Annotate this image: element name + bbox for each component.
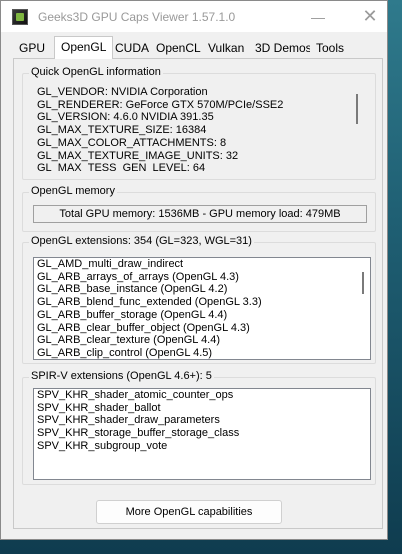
spirv-label: SPIR-V extensions (OpenGL 4.6+): 5 (29, 370, 214, 382)
title-bar[interactable]: Geeks3D GPU Caps Viewer 1.57.1.0 — ✕ (1, 1, 387, 32)
tab-opencl[interactable]: OpenCL (150, 38, 207, 58)
minimize-button[interactable]: — (295, 1, 341, 32)
tab-gpu[interactable]: GPU (13, 38, 52, 58)
list-item: GL_MAX_TEXTURE_SIZE: 16384 (37, 124, 207, 137)
extensions-label: OpenGL extensions: 354 (GL=323, WGL=31) (29, 235, 254, 247)
memory-readout: Total GPU memory: 1536MB - GPU memory lo… (33, 205, 367, 223)
quick-info-group: Quick OpenGL information GL_VENDOR: NVID… (22, 66, 376, 180)
list-item[interactable]: GL_ARB_clip_control (OpenGL 4.5) (34, 347, 370, 359)
list-item[interactable]: GL_AMD_multi_draw_indirect (34, 258, 370, 271)
tab-vulkan[interactable]: Vulkan (202, 38, 251, 58)
opengl-tab-panel: Quick OpenGL information GL_VENDOR: NVID… (13, 58, 383, 529)
app-window: Geeks3D GPU Caps Viewer 1.57.1.0 — ✕ GPU… (0, 0, 388, 540)
list-item[interactable]: GL_ARB_clear_texture (OpenGL 4.4) (34, 334, 370, 347)
quick-info-scrollbar[interactable] (356, 94, 358, 124)
memory-group: OpenGL memory Total GPU memory: 1536MB -… (22, 185, 376, 232)
list-item[interactable]: SPV_KHR_shader_atomic_counter_ops (34, 389, 370, 402)
list-item: GL_VERSION: 4.6.0 NVIDIA 391.35 (37, 111, 214, 124)
tab-opengl[interactable]: OpenGL (54, 36, 114, 59)
list-item[interactable]: GL_ARB_arrays_of_arrays (OpenGL 4.3) (34, 271, 370, 284)
list-item[interactable]: SPV_KHR_shader_draw_parameters (34, 414, 370, 427)
spirv-list[interactable]: SPV_KHR_shader_atomic_counter_ops SPV_KH… (33, 388, 371, 480)
extensions-group: OpenGL extensions: 354 (GL=323, WGL=31) … (22, 235, 376, 364)
close-button[interactable]: ✕ (347, 1, 393, 32)
list-item[interactable]: GL_ARB_base_instance (OpenGL 4.2) (34, 283, 370, 296)
app-logo-icon (12, 9, 28, 25)
extensions-list[interactable]: GL_AMD_multi_draw_indirect GL_ARB_arrays… (33, 257, 371, 360)
tab-tools[interactable]: Tools (310, 38, 351, 58)
memory-label: OpenGL memory (29, 185, 117, 197)
list-item: GL_RENDERER: GeForce GTX 570M/PCIe/SSE2 (37, 98, 284, 111)
tab-cuda[interactable]: CUDA (109, 38, 156, 58)
window-title: Geeks3D GPU Caps Viewer 1.57.1.0 (38, 10, 236, 24)
list-item: GL_MAX_TESS_GEN_LEVEL: 64 (37, 162, 206, 172)
list-item[interactable]: GL_ARB_blend_func_extended (OpenGL 3.3) (34, 296, 370, 309)
list-item[interactable]: SPV_KHR_storage_buffer_storage_class (34, 427, 370, 440)
tab-3d-demos[interactable]: 3D Demos (249, 38, 318, 58)
quick-info-label: Quick OpenGL information (29, 66, 163, 78)
tab-bar: GPU OpenGL CUDA OpenCL Vulkan 3D Demos T… (13, 36, 383, 59)
list-item: GL_VENDOR: NVIDIA Corporation (37, 86, 208, 98)
list-item[interactable]: GL_ARB_buffer_storage (OpenGL 4.4) (34, 309, 370, 322)
list-item[interactable]: SPV_KHR_subgroup_vote (34, 440, 370, 453)
quick-info-text[interactable]: GL_VENDOR: NVIDIA Corporation GL_RENDERE… (33, 85, 365, 172)
extensions-scrollbar[interactable] (362, 272, 364, 294)
list-item: GL_MAX_TEXTURE_IMAGE_UNITS: 32 (37, 149, 239, 162)
spirv-group: SPIR-V extensions (OpenGL 4.6+): 5 SPV_K… (22, 370, 376, 485)
list-item[interactable]: SPV_KHR_shader_ballot (34, 402, 370, 415)
more-opengl-capabilities-button[interactable]: More OpenGL capabilities (96, 500, 282, 524)
list-item[interactable]: GL_ARB_clear_buffer_object (OpenGL 4.3) (34, 322, 370, 335)
list-item: GL_MAX_COLOR_ATTACHMENTS: 8 (37, 136, 227, 149)
